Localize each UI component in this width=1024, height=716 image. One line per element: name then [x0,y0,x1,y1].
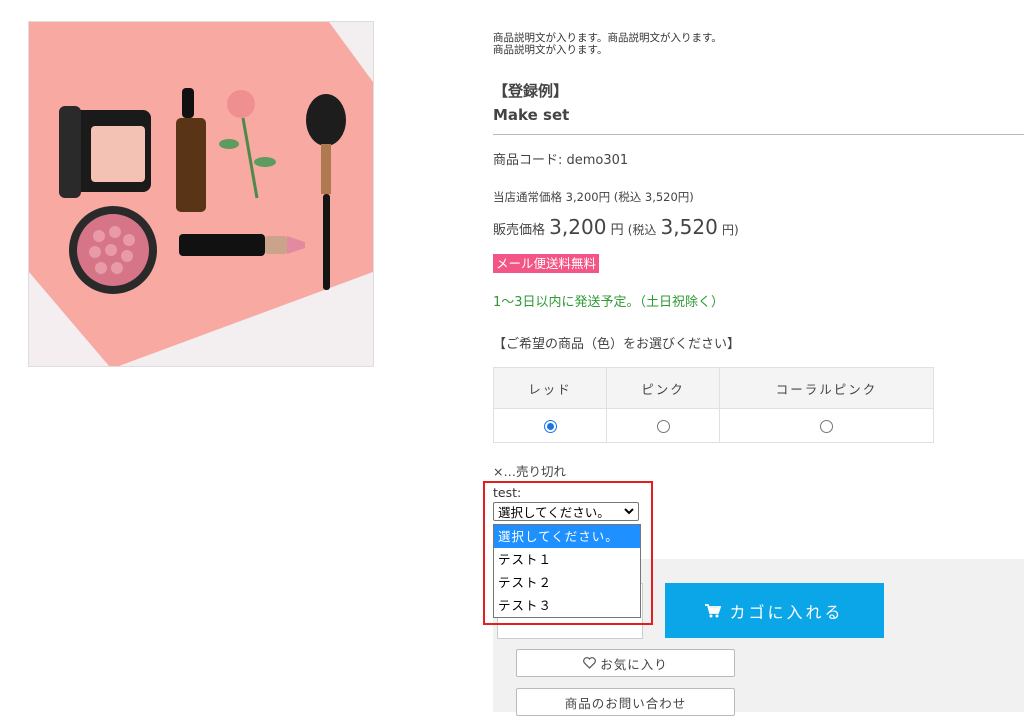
dropdown-option[interactable]: テスト１ [494,548,640,571]
cart-icon [705,603,722,617]
tax-close: 円) [721,223,739,237]
variant-radio-pink[interactable] [656,420,670,433]
sale-price-label: 販売価格 [493,223,546,238]
divider [493,134,1024,135]
normal-price: 当店通常価格 3,200円 (税込 3,520円) [493,190,694,204]
product-code: 商品コード: demo301 [493,153,629,168]
favorite-button[interactable]: お気に入り [516,649,735,677]
chevron-down-icon [624,508,634,515]
choose-heading: 【ご希望の商品（色）をお選びください】 [493,337,741,352]
free-shipping-badge: メール便送料無料 [493,254,600,273]
variant-radio-row [493,408,934,443]
description-line: 商品説明文が入ります。 [493,44,608,56]
dropdown-option[interactable]: テスト３ [494,594,640,617]
add-to-cart-label: カゴに入れる [729,604,844,622]
variant-header-row: レッド ピンク コーラルピンク [493,367,934,409]
test-select-label: test: [493,485,522,500]
variant-header: コーラルピンク [719,367,934,409]
product-name: Make set [493,106,570,124]
tax-open: (税込 [627,223,657,237]
soldout-note: ×…売り切れ [493,464,566,479]
variant-cell [719,408,934,443]
example-heading: 【登録例】 [493,82,569,100]
product-image [28,21,374,367]
description-line: 商品説明文が入ります。商品説明文が入ります。 [493,32,722,44]
shipping-note: 1〜3日以内に発送予定。（土日祝除く） [493,295,725,310]
test-select[interactable]: 選択してください。 [493,502,639,521]
dropdown-option[interactable]: テスト２ [494,571,640,594]
heart-icon [583,657,597,669]
variant-radio-coral-pink[interactable] [820,420,833,433]
makeup-illustration [29,22,373,366]
variant-cell [606,408,720,443]
dropdown-option[interactable]: 選択してください。 [494,525,640,548]
sale-price-value: 3,200 [549,215,607,239]
test-select-dropdown: 選択してください。 テスト１ テスト２ テスト３ [493,524,641,618]
sale-price-yen: 円 [610,223,624,238]
product-description: 商品説明文が入ります。商品説明文が入ります。 商品説明文が入ります。 [493,32,722,56]
sale-price: 販売価格 3,200 円 (税込 3,520 円) [493,215,739,239]
variant-radio-red[interactable] [543,420,557,433]
test-select-value: 選択してください。 [498,505,610,520]
variant-header: ピンク [606,367,720,409]
variant-cell [493,408,607,443]
favorite-label: お気に入り [600,657,668,672]
add-to-cart-button[interactable]: カゴに入れる [665,583,884,638]
tax-price-value: 3,520 [660,215,718,239]
inquiry-label: 商品のお問い合わせ [564,696,687,711]
variant-table: レッド ピンク コーラルピンク [493,367,934,443]
variant-header: レッド [493,367,607,409]
